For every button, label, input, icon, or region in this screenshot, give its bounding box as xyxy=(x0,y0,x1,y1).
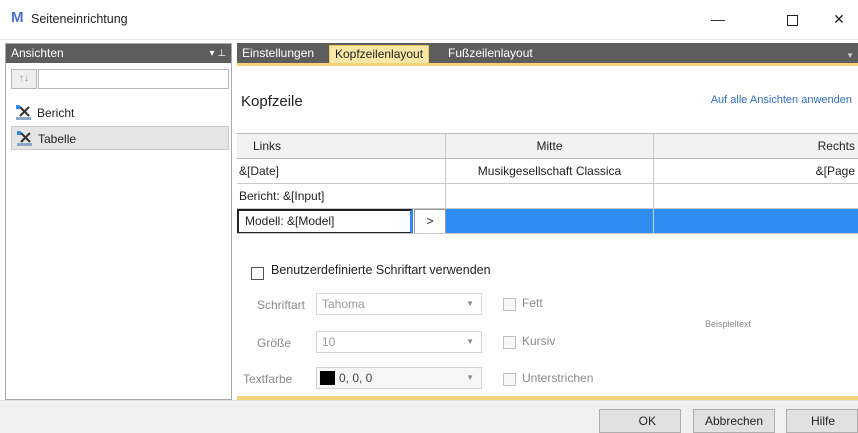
tab-fusszeilenlayout[interactable]: Fußzeilenlayout xyxy=(443,45,538,63)
insert-field-button[interactable]: > xyxy=(414,209,446,233)
maximize-button[interactable] xyxy=(777,8,807,30)
chevron-down-icon: ▼ xyxy=(466,299,474,308)
chevron-down-icon: ▼ xyxy=(466,373,474,382)
italic-label: Kursiv xyxy=(522,334,556,348)
table-row-selected: Modell: &[Model] > xyxy=(237,209,858,234)
help-button[interactable]: Hilfe xyxy=(786,409,858,433)
sort-button[interactable]: ↑↓ xyxy=(11,69,37,89)
apply-to-all-views-link[interactable]: Auf alle Ansichten anwenden xyxy=(711,94,852,106)
cell-edit-input[interactable]: Modell: &[Model] xyxy=(237,209,413,233)
text-color-label: Textfarbe xyxy=(243,372,293,386)
tab-overflow-icon[interactable]: ▼ xyxy=(846,51,854,60)
grid-header-row: Links Mitte Rechts xyxy=(237,134,858,159)
font-value: Tahoma xyxy=(322,297,365,311)
tab-kopfzeilenlayout[interactable]: Kopfzeilenlayout xyxy=(329,45,430,63)
size-label: Größe xyxy=(257,336,292,350)
grid-cell[interactable]: Bericht: &[Input] xyxy=(237,184,446,208)
underline-checkbox[interactable] xyxy=(503,373,516,386)
size-value: 10 xyxy=(322,335,336,349)
ok-button[interactable]: OK xyxy=(599,409,681,433)
view-item-bericht[interactable]: Bericht xyxy=(11,101,229,125)
chevron-down-icon: ▼ xyxy=(466,337,474,346)
pin-icon[interactable]: ▾ ⊥ xyxy=(209,44,226,63)
bold-label: Fett xyxy=(522,296,543,310)
cancel-button[interactable]: Abbrechen xyxy=(693,409,775,433)
italic-checkbox[interactable] xyxy=(503,336,516,349)
views-search-input[interactable] xyxy=(38,69,229,89)
window-title: Seiteneinrichtung xyxy=(31,12,128,26)
header-layout-panel: Kopfzeile Auf alle Ansichten anwenden Li… xyxy=(237,63,858,400)
title-bar: M Seiteneinrichtung — ✕ xyxy=(0,0,858,40)
column-header-links[interactable]: Links xyxy=(237,134,446,158)
text-color-select[interactable]: 0, 0, 0 ▼ xyxy=(316,367,482,389)
font-label: Schriftart xyxy=(257,298,306,312)
sample-text-preview: Beispieltext xyxy=(705,319,752,329)
underline-label: Unterstrichen xyxy=(522,371,594,385)
color-swatch xyxy=(320,371,335,385)
column-header-mitte[interactable]: Mitte xyxy=(446,134,654,158)
grid-cell-editing: Modell: &[Model] > xyxy=(237,209,446,233)
grid-cell[interactable]: &[Date] xyxy=(237,159,446,183)
table-icon xyxy=(17,131,32,146)
grid-cell[interactable] xyxy=(654,184,858,208)
font-select[interactable]: Tahoma ▼ xyxy=(316,293,482,315)
tab-strip: Einstellungen Kopfzeilenlayout Fußzeilen… xyxy=(237,43,858,63)
tab-einstellungen[interactable]: Einstellungen xyxy=(237,45,319,63)
dialog-footer: OK Abbrechen Hilfe xyxy=(0,400,858,433)
maximize-icon xyxy=(786,14,798,26)
grid-cell[interactable]: Musikgesellschaft Classica xyxy=(446,159,654,183)
minimize-button[interactable]: — xyxy=(703,8,733,30)
grid-cell[interactable] xyxy=(446,184,654,208)
header-grid: Links Mitte Rechts &[Date] Musikgesellsc… xyxy=(237,133,858,234)
close-button[interactable]: ✕ xyxy=(824,8,854,30)
section-title: Kopfzeile xyxy=(241,93,303,110)
table-row: &[Date] Musikgesellschaft Classica &[Pag… xyxy=(237,159,858,184)
views-panel: Ansichten ▾ ⊥ ↑↓ Bericht Tabelle xyxy=(5,43,232,400)
custom-font-label: Benutzerdefinierte Schriftart verwenden xyxy=(271,263,491,277)
grid-cell[interactable] xyxy=(446,209,654,233)
grid-cell[interactable]: &[Page xyxy=(654,159,858,183)
size-select[interactable]: 10 ▼ xyxy=(316,331,482,353)
views-panel-header: Ansichten ▾ ⊥ xyxy=(6,44,231,63)
view-item-tabelle[interactable]: Tabelle xyxy=(11,126,229,150)
app-logo-icon: M xyxy=(11,9,24,26)
grid-cell[interactable] xyxy=(654,209,858,233)
table-row: Bericht: &[Input] xyxy=(237,184,858,209)
custom-font-checkbox[interactable] xyxy=(251,267,264,280)
view-item-label: Bericht xyxy=(37,106,75,120)
report-icon xyxy=(16,105,31,120)
views-search-bar: ↑↓ xyxy=(11,69,229,89)
column-header-rechts[interactable]: Rechts xyxy=(654,134,858,158)
bold-checkbox[interactable] xyxy=(503,298,516,311)
views-panel-title: Ansichten xyxy=(11,46,64,60)
color-value: 0, 0, 0 xyxy=(339,371,373,385)
view-item-label: Tabelle xyxy=(38,132,77,146)
